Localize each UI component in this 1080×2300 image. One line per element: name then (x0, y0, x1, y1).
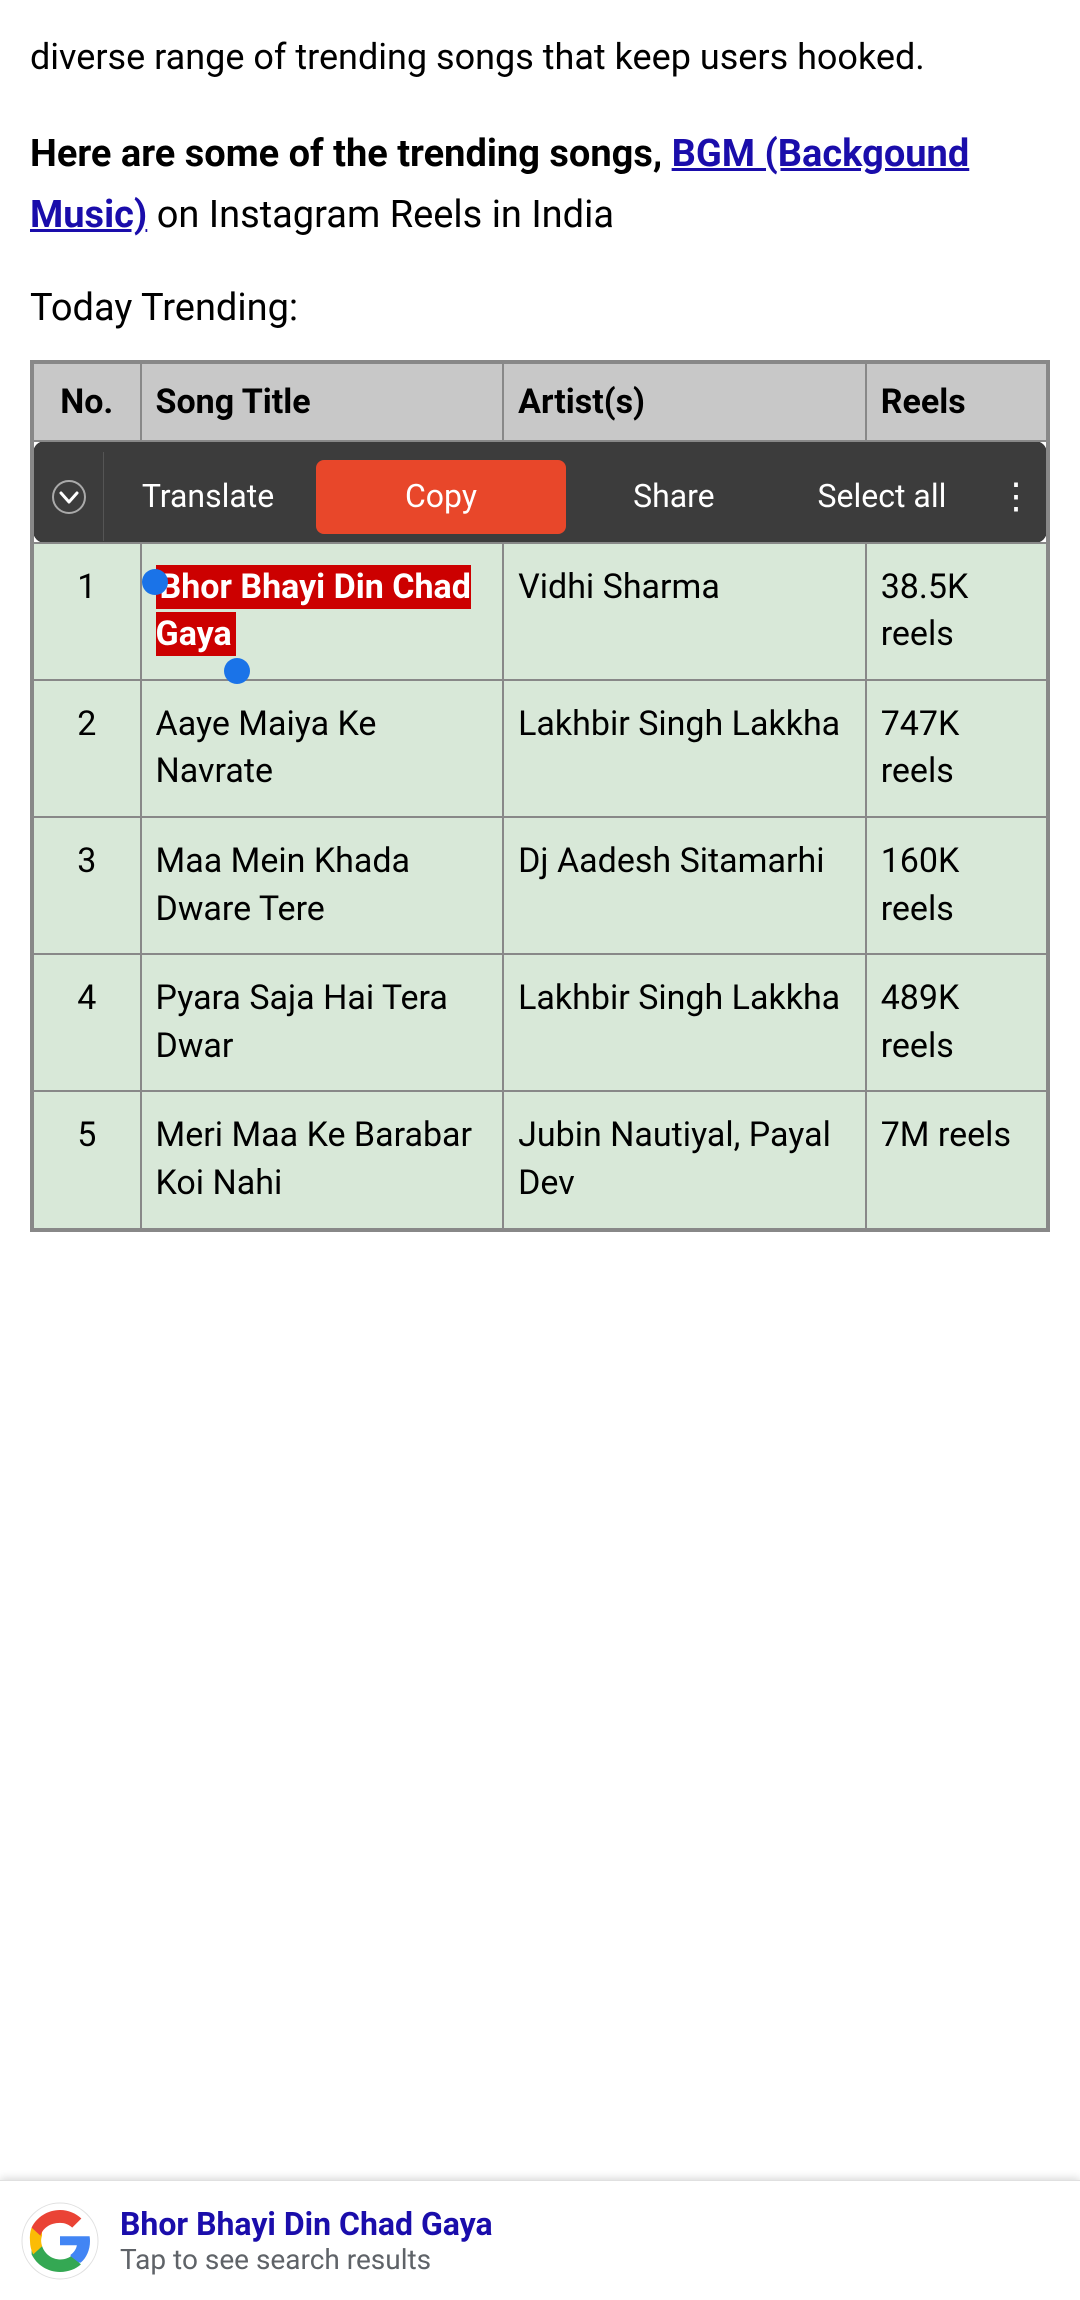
row-5-no: 5 (33, 1091, 141, 1228)
table-row: 4 Pyara Saja Hai Tera Dwar Lakhbir Singh… (33, 954, 1047, 1091)
row-3-reels: 160K reels (866, 817, 1047, 954)
google-logo (20, 2201, 100, 2281)
trending-intro-suffix: on Instagram Reels in India (147, 193, 614, 237)
selection-toolbar: Translate Copy Share Select all ⋮ (34, 452, 1046, 542)
trending-intro: Here are some of the trending songs, BGM… (30, 124, 1050, 246)
highlighted-song-title: Bhor Bhayi Din Chad Gaya (156, 567, 471, 655)
google-search-bar[interactable]: Bhor Bhayi Din Chad Gaya Tap to see sear… (0, 2180, 1080, 2300)
select-all-button[interactable]: Select all (778, 452, 986, 542)
table-row: 2 Aaye Maiya Ke Navrate Lakhbir Singh La… (33, 680, 1047, 817)
row-2-song: Aaye Maiya Ke Navrate (141, 680, 504, 817)
row-1-no: 1 (33, 543, 141, 680)
google-search-text[interactable]: Bhor Bhayi Din Chad Gaya Tap to see sear… (120, 2205, 1060, 2276)
trending-table: No. Song Title Artist(s) Reels (32, 362, 1048, 1230)
row-4-artist: Lakhbir Singh Lakkha (503, 954, 866, 1091)
row-3-artist: Dj Aadesh Sitamarhi (503, 817, 866, 954)
row-1-song: Bhor Bhayi Din Chad Gaya (141, 543, 504, 680)
table-row: 5 Meri Maa Ke Barabar Koi Nahi Jubin Nau… (33, 1091, 1047, 1228)
row-5-reels: 7M reels (866, 1091, 1047, 1228)
row-3-song: Maa Mein Khada Dware Tere (141, 817, 504, 954)
row-1-artist: Vidhi Sharma (503, 543, 866, 680)
share-button[interactable]: Share (570, 452, 778, 542)
col-header-song: Song Title (141, 363, 504, 441)
translate-button[interactable]: Translate (104, 452, 312, 542)
song-title-selected-text: Bhor Bhayi Din Chad Gaya (156, 565, 471, 657)
selection-handle-left (142, 569, 168, 595)
row-2-reels: 747K reels (866, 680, 1047, 817)
row-5-song: Meri Maa Ke Barabar Koi Nahi (141, 1091, 504, 1228)
toolbar-chevron-icon[interactable] (34, 452, 104, 542)
row-4-song: Pyara Saja Hai Tera Dwar (141, 954, 504, 1091)
row-5-artist: Jubin Nautiyal, Payal Dev (503, 1091, 866, 1228)
row-3-no: 3 (33, 817, 141, 954)
table-row: 3 Maa Mein Khada Dware Tere Dj Aadesh Si… (33, 817, 1047, 954)
selection-handle-right (224, 658, 250, 684)
table-header-row: No. Song Title Artist(s) Reels (33, 363, 1047, 441)
content-area: diverse range of trending songs that kee… (0, 0, 1080, 1232)
google-search-title[interactable]: Bhor Bhayi Din Chad Gaya (120, 2205, 1060, 2243)
toolbar-row: Translate Copy Share Select all ⋮ (33, 441, 1047, 543)
row-4-reels: 489K reels (866, 954, 1047, 1091)
page-wrapper: diverse range of trending songs that kee… (0, 0, 1080, 2300)
trending-table-container: No. Song Title Artist(s) Reels (30, 360, 1050, 1232)
copy-button[interactable]: Copy (316, 460, 566, 534)
row-2-no: 2 (33, 680, 141, 817)
row-1-reels: 38.5K reels (866, 543, 1047, 680)
google-search-subtitle: Tap to see search results (120, 2243, 1060, 2276)
today-trending-label: Today Trending: (30, 286, 1050, 330)
row-2-artist: Lakhbir Singh Lakkha (503, 680, 866, 817)
table-row: 1 Bhor Bhayi Din Chad Gaya Vidhi Sharma … (33, 543, 1047, 680)
row-4-no: 4 (33, 954, 141, 1091)
intro-text: diverse range of trending songs that kee… (30, 30, 1050, 84)
col-header-reels: Reels (866, 363, 1047, 441)
trending-intro-prefix: Here are some of the trending songs, (30, 132, 672, 176)
more-options-button[interactable]: ⋮ (986, 452, 1046, 542)
col-header-no: No. (33, 363, 141, 441)
col-header-artist: Artist(s) (503, 363, 866, 441)
